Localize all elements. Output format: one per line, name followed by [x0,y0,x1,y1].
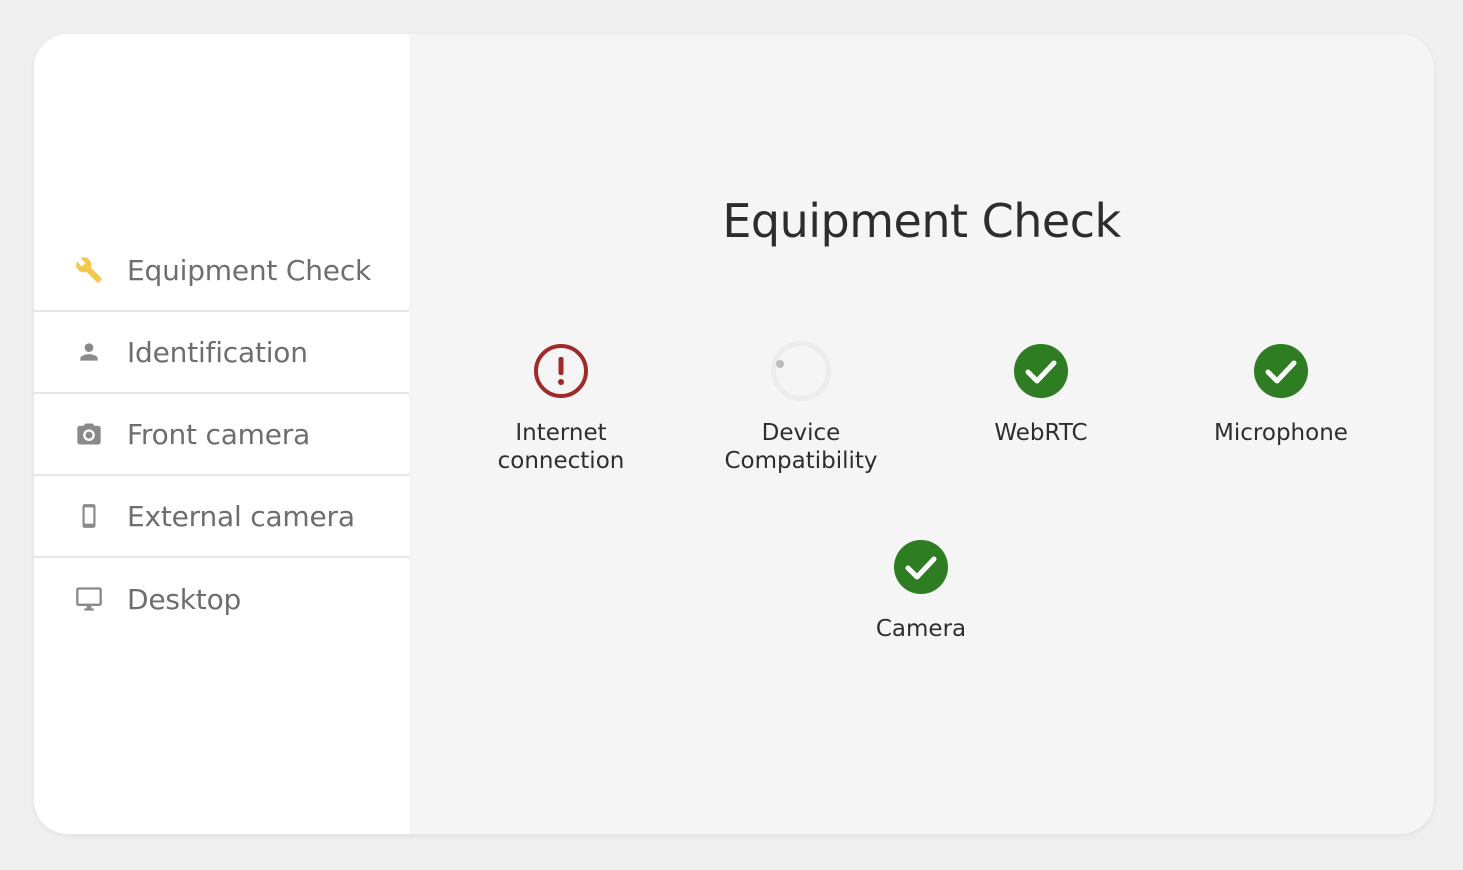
check-label: Internet connection [497,420,625,474]
spinner-icon [771,341,831,401]
sidebar: Equipment Check Identification Front cam… [34,34,409,834]
sidebar-item-desktop[interactable]: Desktop [34,558,409,640]
sidebar-item-label: Desktop [127,582,242,616]
sidebar-item-label: Identification [127,335,308,369]
sidebar-item-external-camera[interactable]: External camera [34,476,409,558]
check-circle-icon [1011,341,1071,401]
equipment-check-card: Equipment Check Identification Front cam… [34,34,1434,834]
page-title: Equipment Check [722,194,1121,248]
check-label: Microphone [1214,420,1348,446]
check-item-camera: Camera [811,537,1031,643]
check-circle-icon [1251,341,1311,401]
main-content: Equipment Check Internet connection Devi… [409,34,1434,834]
smartphone-icon [74,501,104,531]
sidebar-item-equipment-check[interactable]: Equipment Check [34,230,409,312]
sidebar-item-label: Equipment Check [127,253,372,287]
check-label: Device Compatibility [724,420,878,474]
monitor-icon [74,584,104,614]
sidebar-item-label: External camera [127,499,355,533]
sidebar-item-front-camera[interactable]: Front camera [34,394,409,476]
wrench-icon [74,255,104,285]
check-item-microphone: Microphone [1171,341,1391,447]
check-item-webrtc: WebRTC [931,341,1151,447]
sidebar-item-label: Front camera [127,417,311,451]
sidebar-item-identification[interactable]: Identification [34,312,409,394]
check-label: WebRTC [994,420,1088,446]
check-label: Camera [875,616,967,642]
sidebar-nav: Equipment Check Identification Front cam… [34,230,409,640]
camera-icon [74,419,104,449]
check-item-internet: Internet connection [451,341,671,475]
check-item-device-compatibility: Device Compatibility [691,341,911,475]
person-icon [74,337,104,367]
error-icon [531,341,591,401]
check-circle-icon [891,537,951,597]
